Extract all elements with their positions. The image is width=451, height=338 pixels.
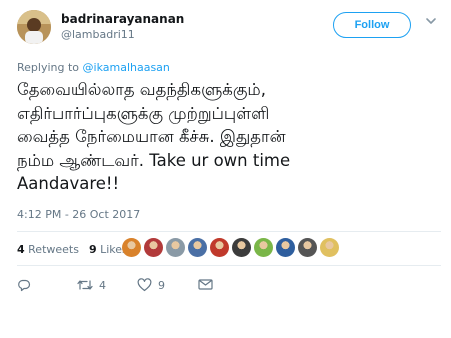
liker-avatar[interactable] — [166, 238, 185, 257]
tweet-line: வைத்த நேர்மையான கீச்சு. இதுதான் — [17, 127, 286, 146]
liker-avatar[interactable] — [298, 238, 317, 257]
retweets-stat[interactable]: 4 Retweets — [17, 243, 79, 256]
liker-avatar[interactable] — [122, 238, 141, 257]
liker-avatar[interactable] — [210, 238, 229, 257]
liker-avatar[interactable] — [276, 238, 295, 257]
retweets-count: 4 — [17, 243, 25, 256]
tweet-line: Aandavare!! — [17, 174, 120, 193]
retweet-action[interactable]: 4 — [77, 278, 106, 292]
replying-to-prefix: Replying to — [17, 61, 83, 74]
divider — [17, 265, 441, 266]
avatar-photo — [17, 10, 51, 44]
replying-to-handle[interactable]: @ikamalhaasan — [83, 61, 170, 74]
reply-icon — [18, 279, 31, 292]
tweet-line: எதிர்பார்ப்புகளுக்கு முற்றுப்புள்ளி — [17, 103, 270, 123]
retweet-count: 4 — [99, 278, 106, 292]
heart-icon — [137, 278, 152, 292]
user-handle[interactable]: @lambadri11 — [61, 28, 135, 41]
tweet-line: தேவையில்லாத வதந்திகளுக்கும், — [17, 80, 266, 99]
liker-avatar[interactable] — [188, 238, 207, 257]
direct-message-action[interactable] — [198, 278, 213, 291]
liker-avatar[interactable] — [254, 238, 273, 257]
like-count: 9 — [158, 278, 165, 292]
likes-count: 9 — [88, 243, 97, 256]
liker-avatar[interactable] — [144, 238, 163, 257]
user-name[interactable]: badrinarayananan — [61, 12, 184, 26]
liker-avatar[interactable] — [320, 238, 339, 257]
like-action[interactable]: 9 — [137, 278, 165, 292]
envelope-icon — [198, 279, 213, 290]
tweet-line: நம்ம ஆண்டவர். Take ur own time — [17, 150, 291, 170]
tweet-text: தேவையில்லாத வதந்திகளுக்கும், எதிர்பார்ப்… — [17, 78, 442, 196]
follow-button[interactable]: Follow — [333, 12, 411, 38]
replying-to: Replying to @ikamalhaasan — [17, 61, 170, 74]
tweet-stats: 4 Retweets 9 Likes — [17, 243, 128, 256]
tweet-timestamp[interactable]: 4:12 PM - 26 Oct 2017 — [17, 208, 140, 221]
reply-action[interactable] — [17, 278, 31, 292]
liker-avatars — [122, 238, 342, 260]
retweet-icon — [77, 280, 93, 290]
divider — [17, 231, 441, 232]
liker-avatar[interactable] — [232, 238, 251, 257]
retweets-label: Retweets — [28, 243, 79, 256]
avatar[interactable] — [17, 10, 51, 44]
chevron-down-icon[interactable] — [424, 14, 438, 28]
